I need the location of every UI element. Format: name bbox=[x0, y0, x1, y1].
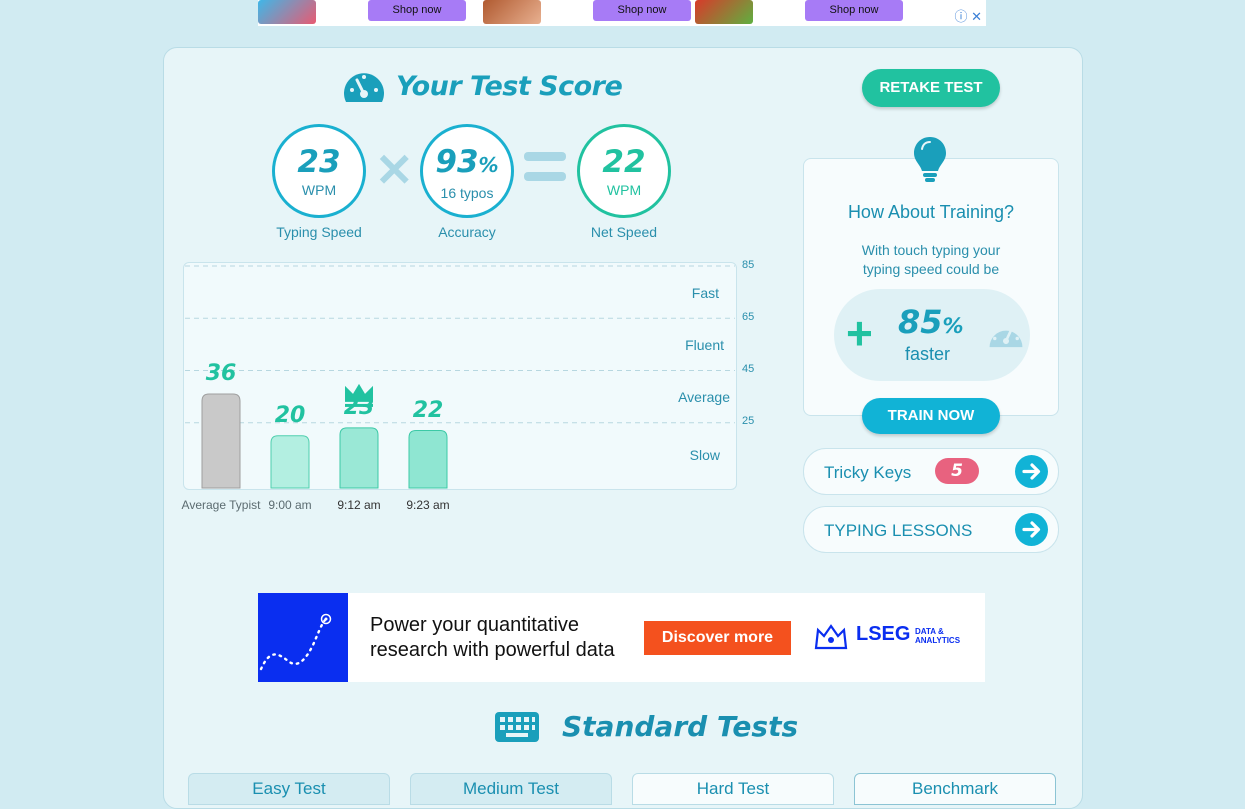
bar-1 bbox=[270, 435, 310, 489]
faster-pill: + 85% faster bbox=[834, 289, 1030, 381]
bar-3 bbox=[408, 430, 448, 489]
plus-icon: + bbox=[846, 307, 873, 359]
band-fluent: Fluent bbox=[685, 337, 724, 353]
tab-easy-test[interactable]: Easy Test bbox=[188, 773, 390, 805]
arrow-right-icon bbox=[1015, 513, 1048, 546]
x-label-9-23: 9:23 am bbox=[406, 498, 450, 512]
y-tick-85: 85 bbox=[742, 259, 755, 271]
y-tick-45: 45 bbox=[742, 363, 755, 375]
tricky-keys-button[interactable]: Tricky Keys 5 bbox=[803, 448, 1059, 495]
x-label-9-12: 9:12 am bbox=[337, 498, 381, 512]
discover-more-button[interactable]: Discover more bbox=[644, 621, 791, 655]
lseg-brand-sub: DATA & ANALYTICS bbox=[915, 627, 961, 645]
arrow-right-icon bbox=[1015, 455, 1048, 488]
training-title: How About Training? bbox=[847, 202, 1015, 222]
y-tick-65: 65 bbox=[742, 311, 755, 323]
tricky-keys-label: Tricky Keys bbox=[824, 463, 912, 482]
keyboard-icon bbox=[495, 711, 539, 742]
bar-value-label: 23 bbox=[343, 394, 375, 420]
faster-label: faster bbox=[905, 344, 951, 364]
bar-0 bbox=[201, 393, 241, 489]
train-now-button[interactable]: TRAIN NOW bbox=[862, 398, 1000, 434]
bar-value-label: 20 bbox=[274, 402, 306, 428]
band-slow: Slow bbox=[689, 447, 720, 463]
lseg-brand: LSEG bbox=[856, 623, 911, 645]
mid-ad-banner[interactable]: Power your quantitative research with po… bbox=[258, 593, 985, 682]
ad-graphic bbox=[258, 593, 348, 682]
standard-tests-label: Standard Tests bbox=[562, 710, 799, 743]
standard-tests-title: Standard Tests bbox=[494, 710, 798, 743]
bar-value-label: 36 bbox=[205, 360, 237, 386]
speedometer-icon bbox=[989, 326, 1023, 348]
bar-value-label: 22 bbox=[412, 397, 444, 423]
tab-hard-test[interactable]: Hard Test bbox=[632, 773, 834, 805]
band-fast: Fast bbox=[691, 285, 719, 301]
faster-percent: 85% bbox=[898, 303, 964, 341]
bar-2 bbox=[339, 427, 379, 489]
lseg-logo-icon bbox=[812, 624, 850, 650]
ad-headline: Power your quantitative research with po… bbox=[370, 614, 615, 661]
tab-benchmark[interactable]: Benchmark bbox=[854, 773, 1056, 805]
typing-lessons-label: TYPING LESSONS bbox=[824, 521, 973, 540]
x-label-average-typist: Average Typist bbox=[181, 498, 261, 512]
training-subtitle: With touch typing your typing speed coul… bbox=[861, 242, 1001, 277]
tricky-keys-badge: 5 bbox=[935, 458, 979, 484]
band-average: Average bbox=[678, 389, 730, 405]
tab-medium-test[interactable]: Medium Test bbox=[410, 773, 612, 805]
y-tick-25: 25 bbox=[742, 415, 755, 427]
x-label-9-00: 9:00 am bbox=[268, 498, 312, 512]
lightbulb-icon bbox=[914, 137, 946, 182]
typing-lessons-button[interactable]: TYPING LESSONS bbox=[803, 506, 1059, 553]
